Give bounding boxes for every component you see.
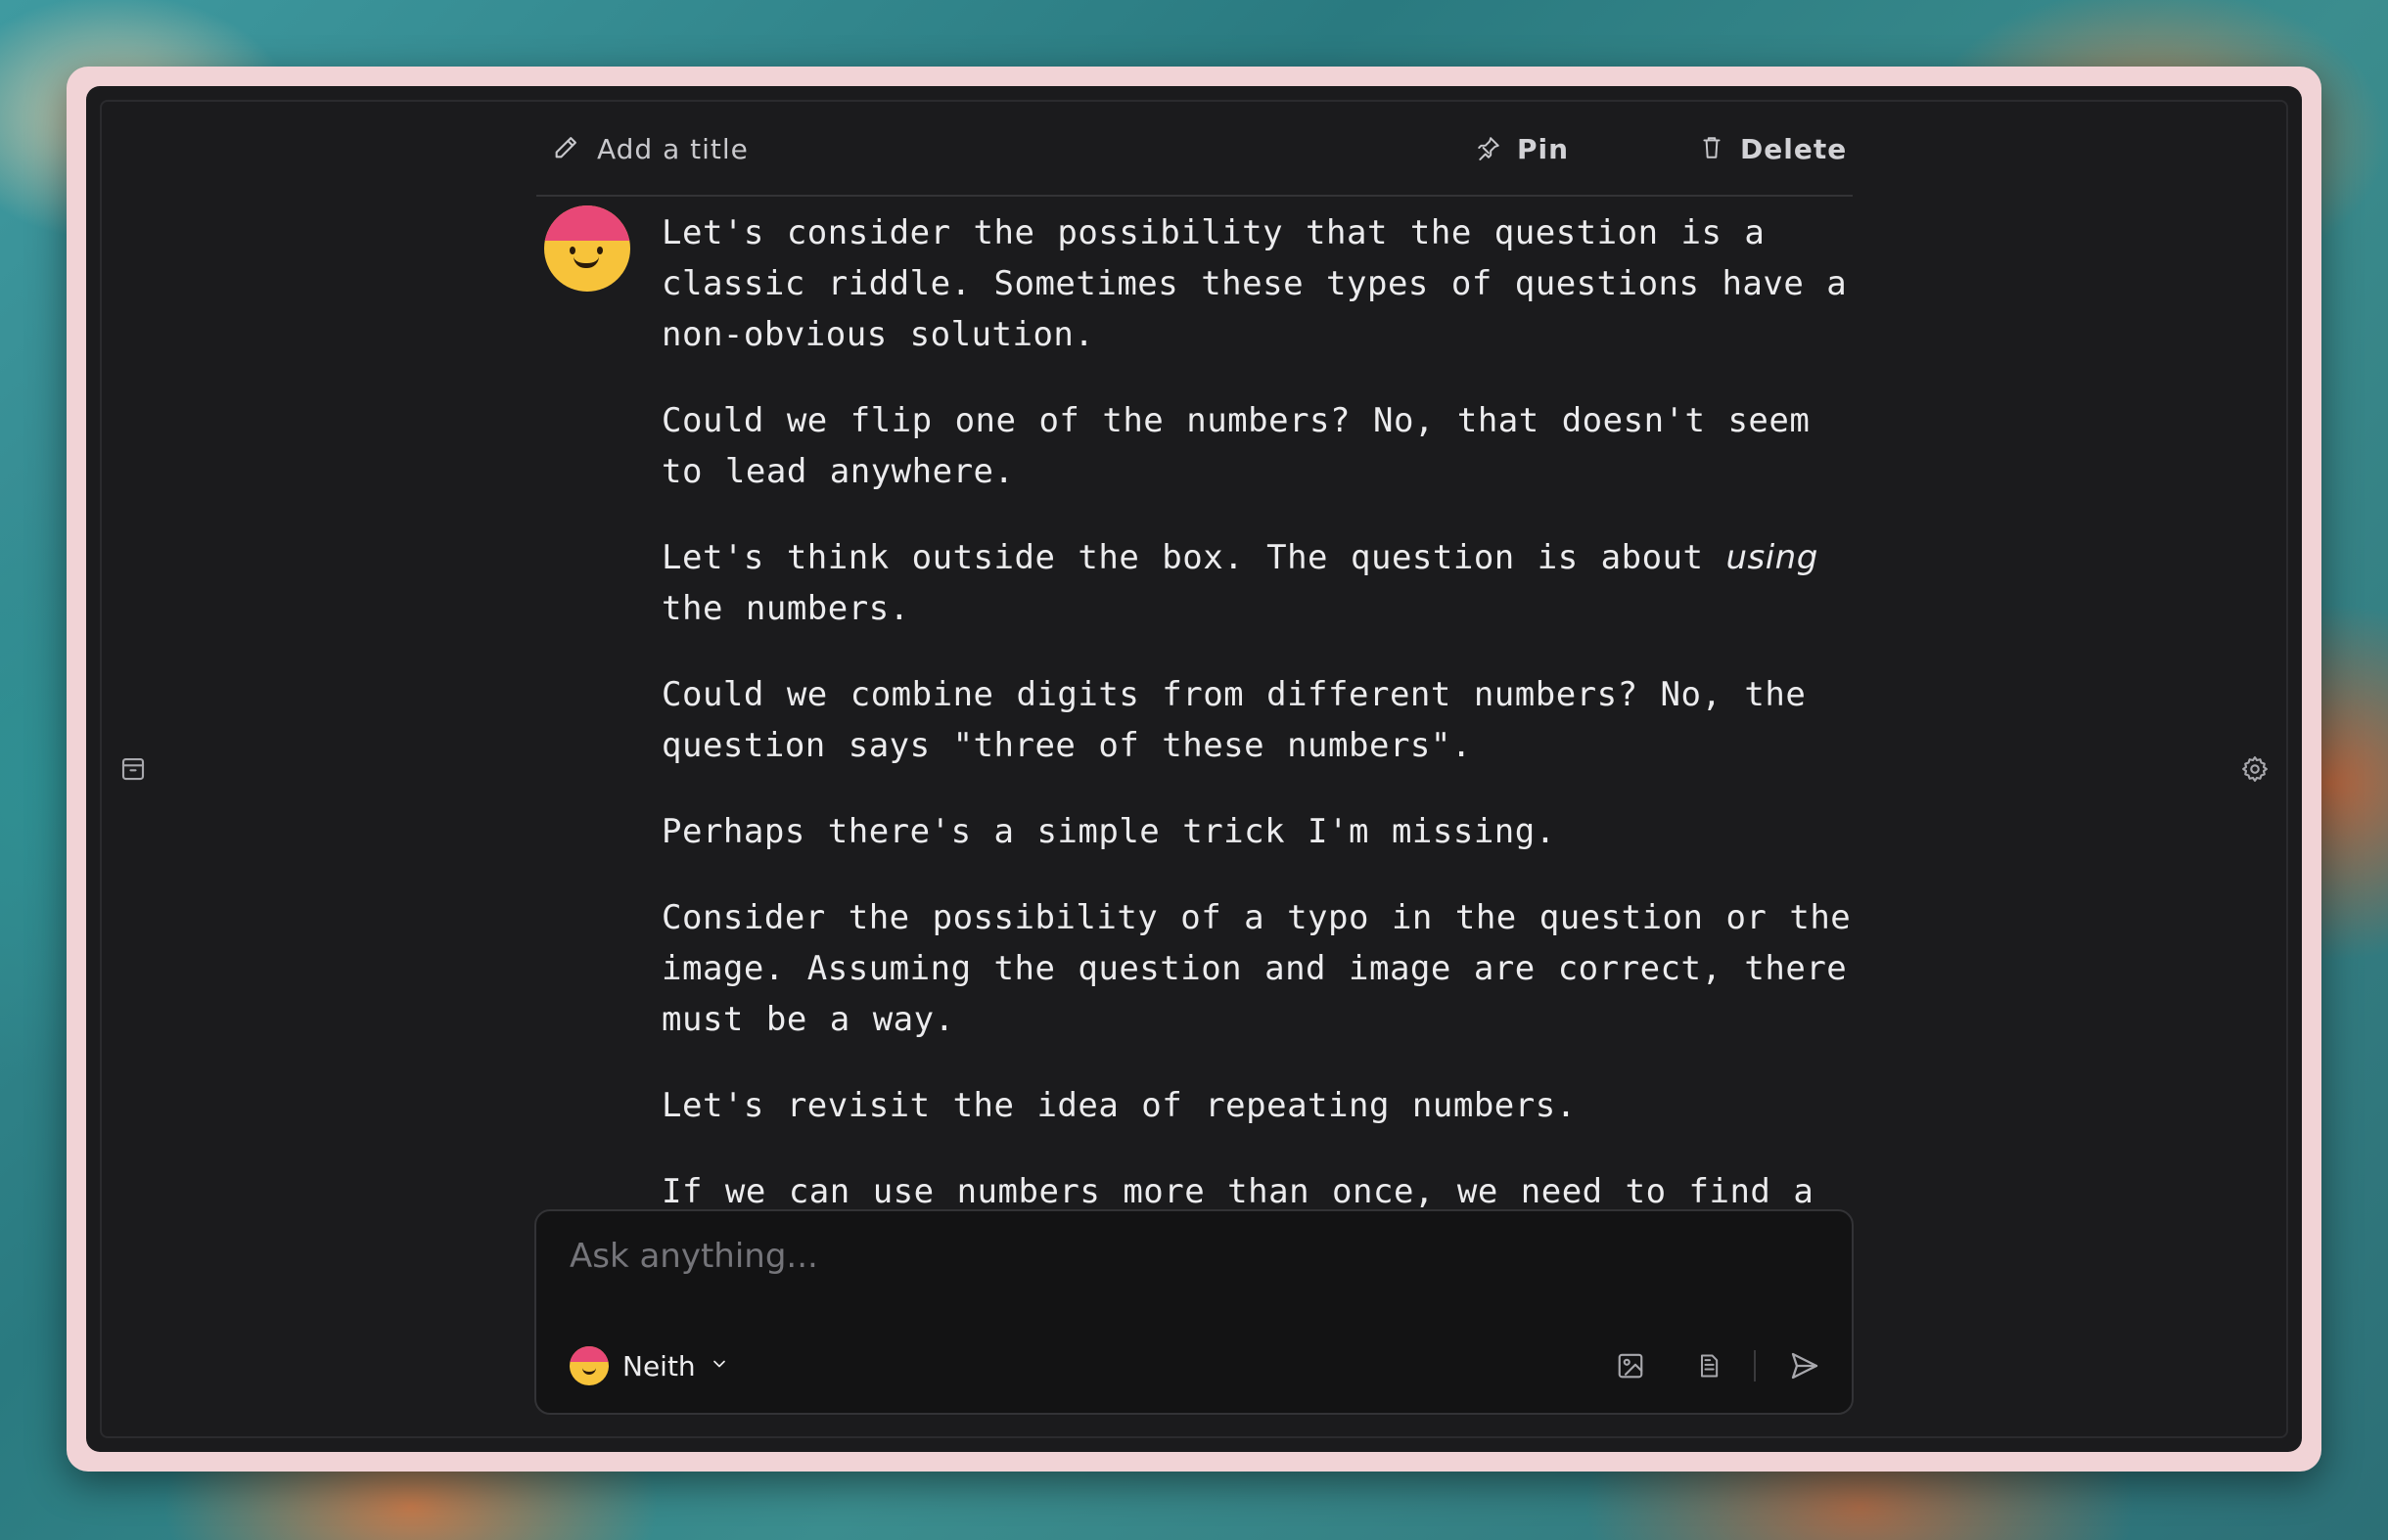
delete-button[interactable]: Delete [1699, 133, 1847, 165]
message-paragraph: Could we flip one of the numbers? No, th… [662, 401, 1811, 491]
composer-divider [1754, 1350, 1756, 1381]
pin-label: Pin [1517, 133, 1570, 165]
message-paragraph: If we can use numbers more than once, we… [662, 1172, 1814, 1207]
message-paragraph: Could we combine digits from different n… [662, 675, 1807, 765]
model-avatar [570, 1346, 609, 1385]
assistant-message: Let's consider the possibility that the … [662, 207, 1856, 1207]
message-paragraph: Let's think outside the box. The questio… [662, 538, 1818, 628]
assistant-avatar [544, 205, 630, 292]
message-paragraph: Let's revisit the idea of repeating numb… [662, 1086, 1577, 1125]
emphasis-text: using [1725, 538, 1818, 577]
ask-input[interactable] [568, 1231, 1746, 1282]
pin-icon [1476, 135, 1501, 164]
pencil-icon [552, 134, 579, 165]
model-name: Neith [622, 1349, 696, 1382]
add-title-label: Add a title [597, 133, 749, 165]
document-icon[interactable] [1691, 1348, 1726, 1383]
send-icon[interactable] [1787, 1348, 1822, 1383]
archive-icon[interactable] [115, 751, 151, 787]
gear-icon[interactable] [2237, 751, 2273, 787]
header-divider [536, 195, 1853, 197]
message-composer: Neith [534, 1209, 1854, 1415]
message-paragraph: Perhaps there's a simple trick I'm missi… [662, 812, 1556, 851]
delete-label: Delete [1740, 133, 1848, 165]
trash-icon [1699, 135, 1724, 164]
model-selector[interactable]: Neith [570, 1346, 729, 1385]
message-paragraph: Consider the possibility of a typo in th… [662, 898, 1852, 1039]
add-title-button[interactable]: Add a title [552, 133, 749, 165]
message-paragraph: Let's consider the possibility that the … [662, 213, 1848, 354]
image-icon[interactable] [1613, 1348, 1648, 1383]
chevron-down-icon [710, 1354, 729, 1378]
conversation-header: Add a title Pin Delete [536, 121, 1853, 196]
pin-button[interactable]: Pin [1476, 133, 1569, 165]
